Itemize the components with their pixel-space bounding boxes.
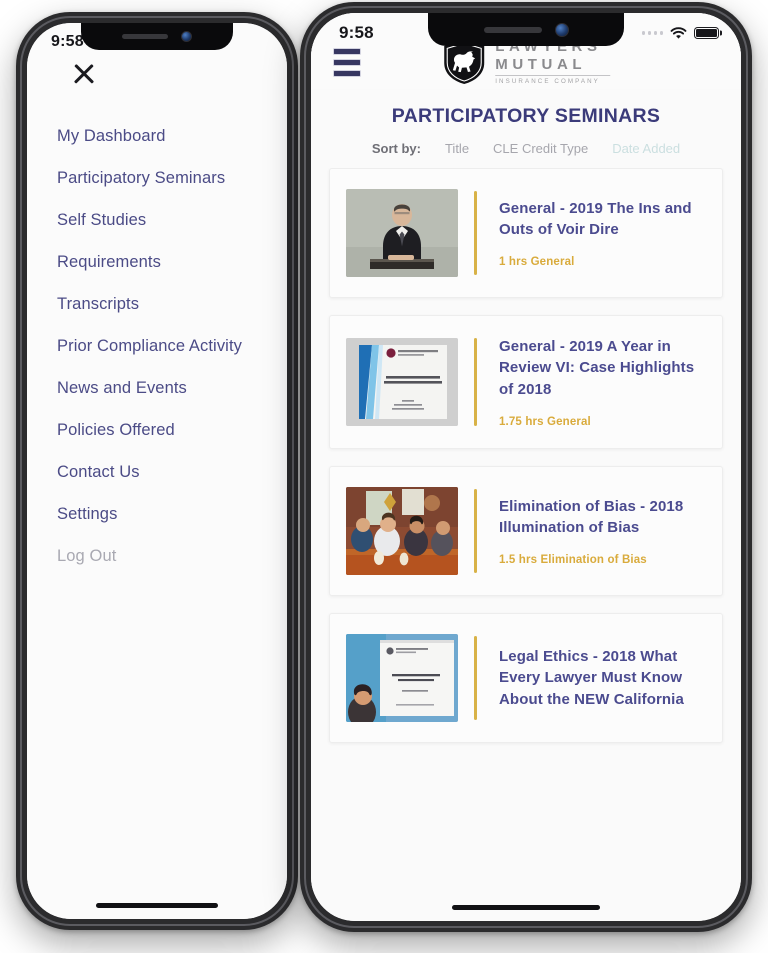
seminar-card-body: General - 2019 The Ins and Outs of Voir … <box>477 189 706 277</box>
seminar-card[interactable]: Elimination of Bias - 2018 Illumination … <box>329 465 723 596</box>
drawer-menu-list: My Dashboard Participatory Seminars Self… <box>27 115 287 577</box>
seminar-title: Legal Ethics - 2018 What Every Lawyer Mu… <box>499 647 684 708</box>
sort-option-title[interactable]: Title <box>445 141 469 156</box>
seminar-card[interactable]: General - 2019 The Ins and Outs of Voir … <box>329 168 723 298</box>
seminar-card-body: Elimination of Bias - 2018 Illumination … <box>477 487 706 575</box>
menu-item-my-dashboard[interactable]: My Dashboard <box>57 115 257 157</box>
front-camera-icon <box>181 31 192 42</box>
front-camera-icon-front <box>554 22 569 37</box>
seminar-thumbnail <box>346 633 458 722</box>
menu-item-participatory-seminars[interactable]: Participatory Seminars <box>57 157 257 199</box>
menu-item-transcripts[interactable]: Transcripts <box>57 283 257 325</box>
seminar-title: General - 2019 The Ins and Outs of Voir … <box>499 199 692 238</box>
seminar-thumbnail <box>346 486 458 575</box>
phone-device-back: 9:58 My Dashboard Participatory Seminars… <box>16 12 298 930</box>
seminar-credit: 1.5 hrs Elimination of Bias <box>499 554 647 567</box>
thumbnail-wrap <box>346 486 474 575</box>
device-notch-front <box>428 13 624 46</box>
seminar-title: General - 2019 A Year in Review VI: Case… <box>499 338 695 398</box>
device-notch <box>81 23 233 50</box>
brand-line-2: MUTUAL <box>495 56 587 74</box>
page-title: PARTICIPATORY SEMINARS <box>391 105 661 127</box>
navigation-drawer: My Dashboard Participatory Seminars Self… <box>27 23 287 919</box>
thumbnail-wrap <box>346 189 474 277</box>
earpiece-speaker-icon-front <box>483 26 542 33</box>
thumbnail-wrap <box>346 633 474 722</box>
sort-bar: Sort by: Title CLE Credit Type Date Adde… <box>311 128 741 168</box>
screenshot-canvas: 9:58 My Dashboard Participatory Seminars… <box>0 0 768 953</box>
brand-divider <box>495 75 610 77</box>
menu-item-news-and-events[interactable]: News and Events <box>57 367 257 409</box>
seminar-thumbnail <box>346 337 458 426</box>
seminar-credit: 1 hrs General <box>499 256 575 269</box>
close-icon[interactable] <box>71 61 97 87</box>
seminar-title: Elimination of Bias - 2018 Illumination … <box>499 497 684 536</box>
menu-item-settings[interactable]: Settings <box>57 493 257 535</box>
drawer-screen: 9:58 My Dashboard Participatory Seminars… <box>27 23 287 919</box>
thumbnail-wrap <box>346 336 474 428</box>
menu-item-contact-us[interactable]: Contact Us <box>57 451 257 493</box>
menu-item-policies-offered[interactable]: Policies Offered <box>57 409 257 451</box>
hamburger-menu-icon[interactable] <box>333 48 361 77</box>
seminar-thumbnail <box>346 189 458 277</box>
menu-item-log-out[interactable]: Log Out <box>57 535 257 577</box>
seminar-card[interactable]: General - 2019 A Year in Review VI: Case… <box>329 315 723 449</box>
menu-item-requirements[interactable]: Requirements <box>57 241 257 283</box>
menu-item-prior-compliance-activity[interactable]: Prior Compliance Activity <box>57 325 257 367</box>
seminar-card-body: General - 2019 A Year in Review VI: Case… <box>477 336 706 428</box>
seminar-card[interactable]: Legal Ethics - 2018 What Every Lawyer Mu… <box>329 612 723 743</box>
home-indicator-app <box>452 905 600 910</box>
brand-line-3: INSURANCE COMPANY <box>495 77 600 85</box>
app-content: LAWYERS' MUTUAL INSURANCE COMPANY PARTIC… <box>311 13 741 921</box>
seminar-list[interactable]: General - 2019 The Ins and Outs of Voir … <box>311 168 741 921</box>
sort-by-label: Sort by: <box>371 141 421 156</box>
home-indicator-drawer <box>96 903 218 908</box>
sort-option-date-added[interactable]: Date Added <box>612 141 680 156</box>
phone-device-front: 9:58 LAWYERS' MUTUAL INSURANCE COMPANY P… <box>300 2 752 932</box>
sort-option-cle-credit-type[interactable]: CLE Credit Type <box>493 141 588 156</box>
app-screen: 9:58 LAWYERS' MUTUAL INSURANCE COMPANY P… <box>311 13 741 921</box>
menu-item-self-studies[interactable]: Self Studies <box>57 199 257 241</box>
earpiece-speaker-icon <box>122 34 168 39</box>
seminar-credit: 1.75 hrs General <box>499 415 591 428</box>
seminar-card-body: Legal Ethics - 2018 What Every Lawyer Mu… <box>477 634 706 722</box>
